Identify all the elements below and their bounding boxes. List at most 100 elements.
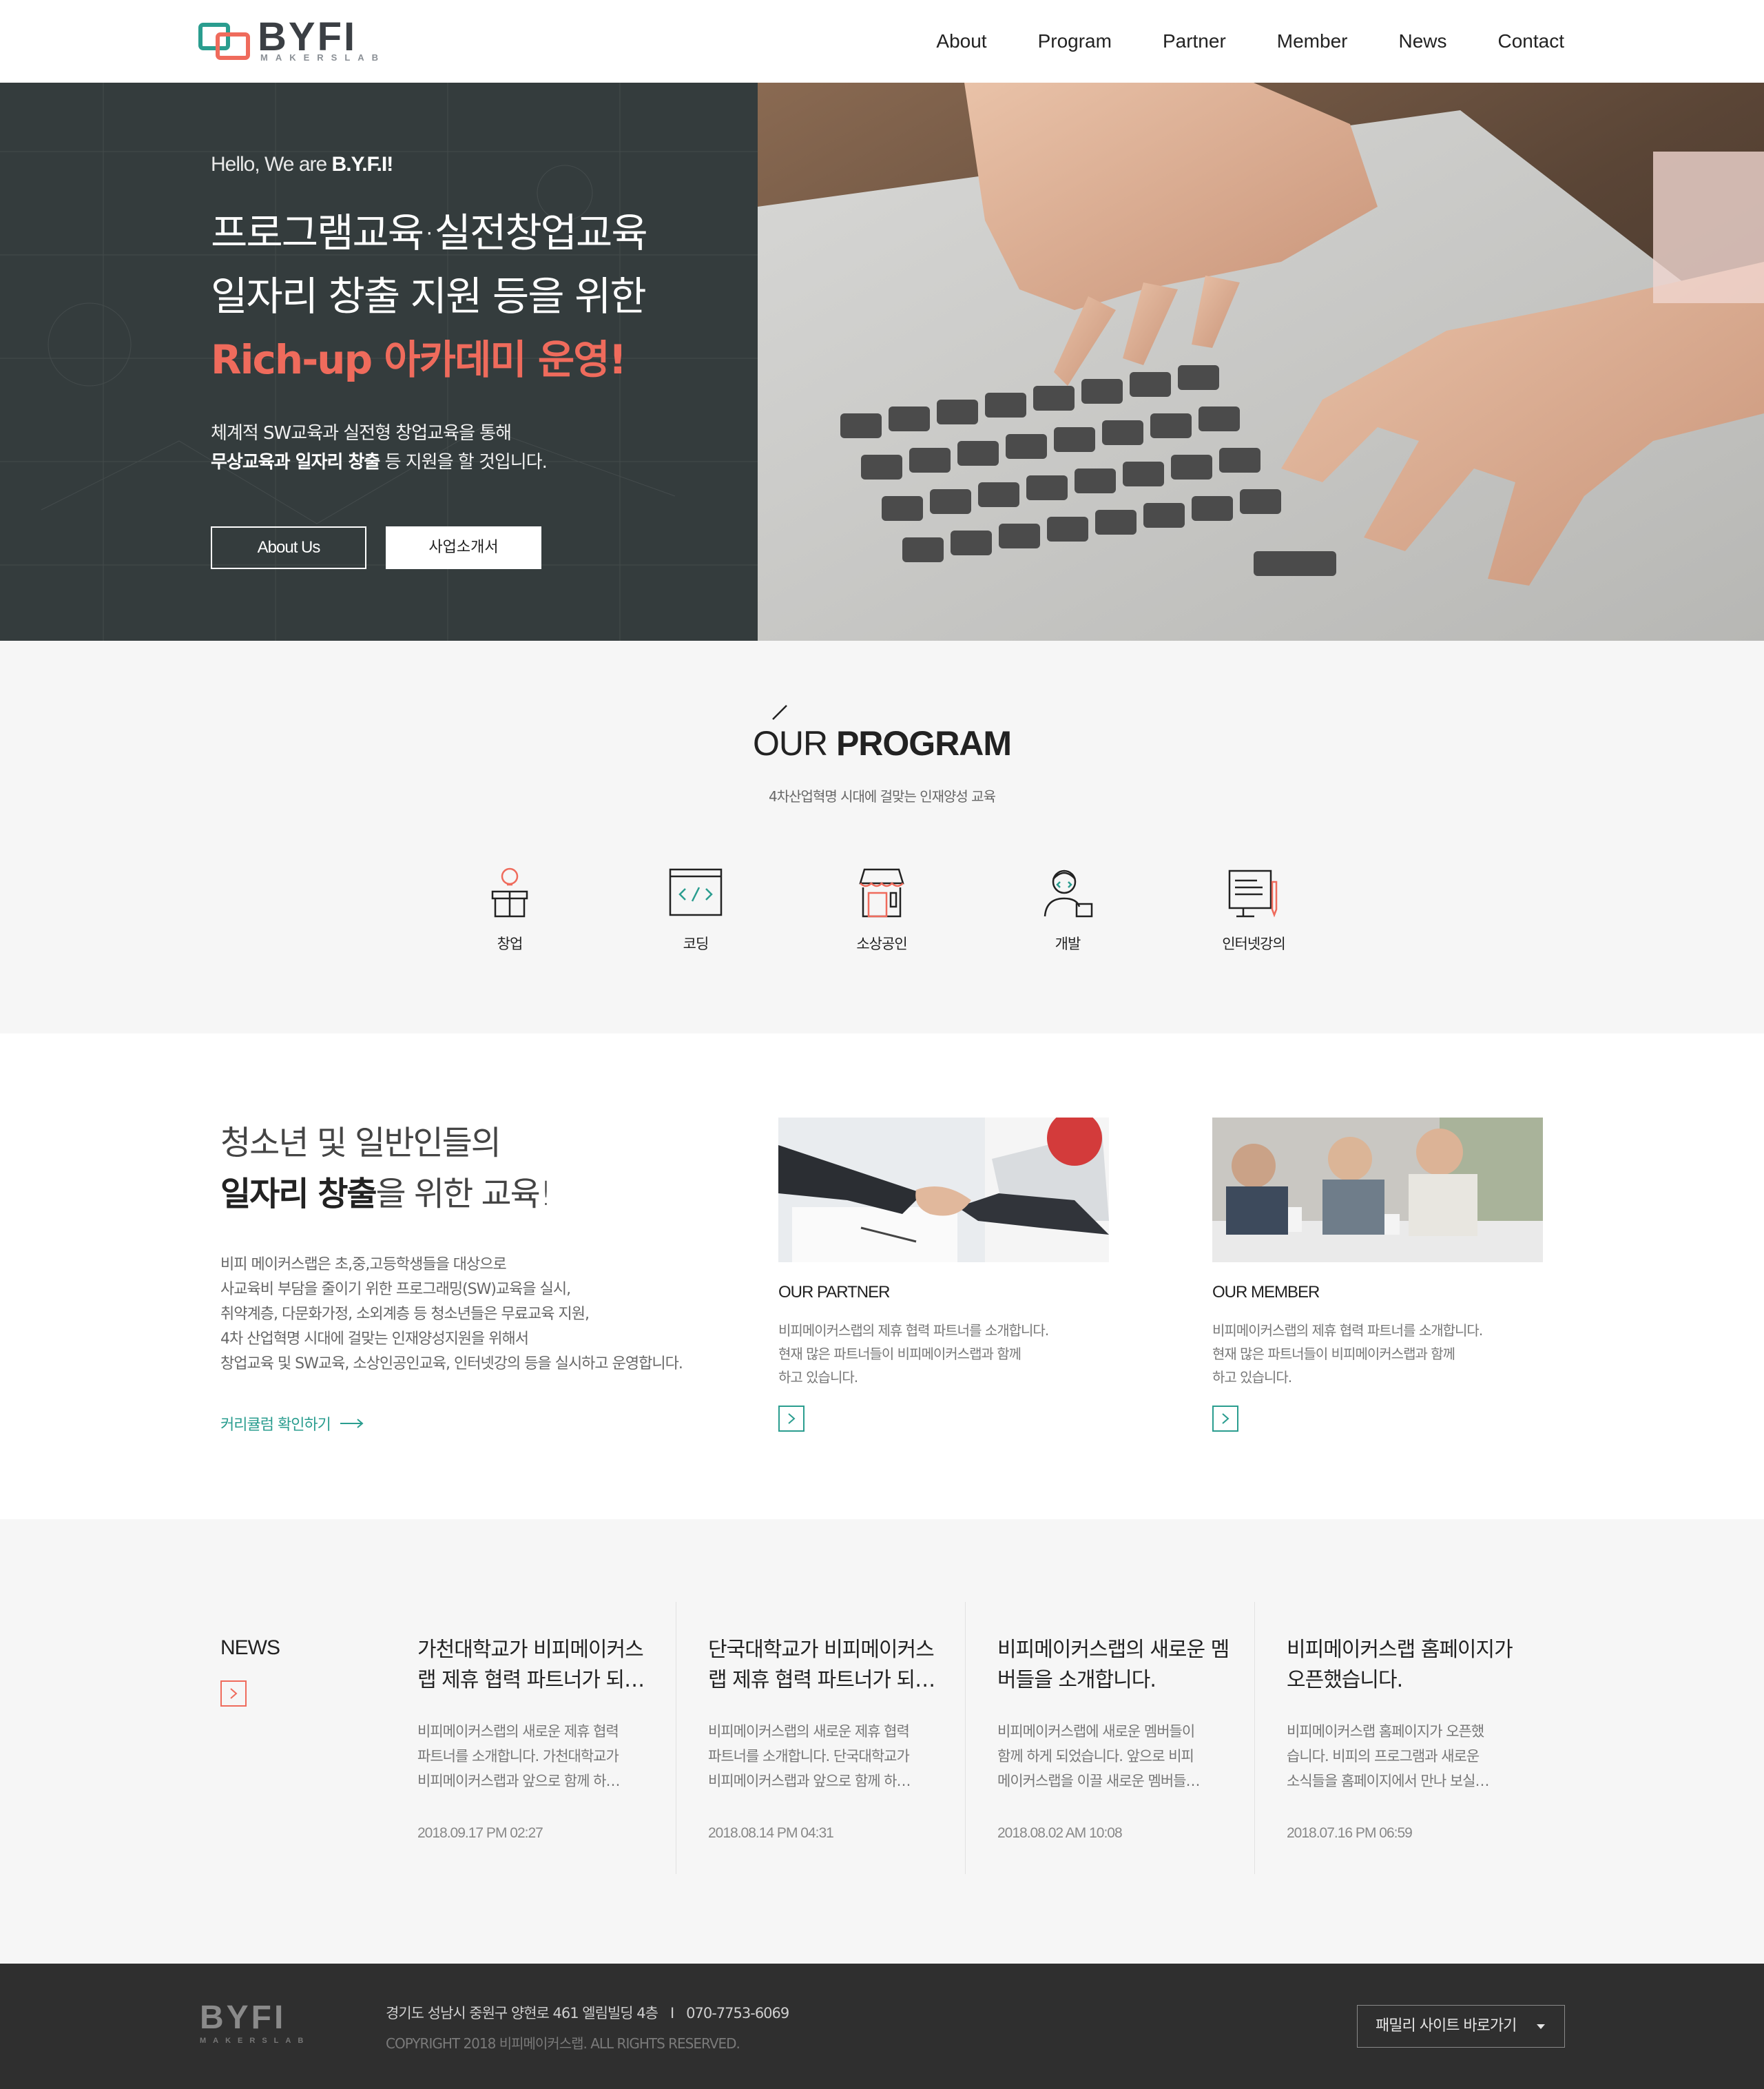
news-summary-line: 비피메이커스랩과 앞으로 함께 하…: [708, 1773, 911, 1789]
member-card[interactable]: OUR MEMBER 비피메이커스랩의 제휴 협력 파트너를 소개합니다. 현재…: [1212, 1118, 1543, 1432]
startup-icon: [491, 867, 528, 918]
news-item-date: 2018.08.14 PM 04:31: [708, 1825, 834, 1841]
news-item-date: 2018.08.02 AM 10:08: [997, 1825, 1123, 1841]
partner-desc-line: 현재 많은 파트너들이 비피메이커스랩과 함께: [778, 1346, 1021, 1362]
program-label-online-lecture: 인터넷강의: [1222, 936, 1286, 952]
program-item-coding[interactable]: 코딩: [620, 861, 771, 954]
decorative-slash-icon: [772, 705, 787, 720]
partner-more-button[interactable]: [778, 1406, 805, 1432]
nav-member[interactable]: Member: [1277, 28, 1348, 55]
shop-icon: [859, 868, 904, 918]
hero-title-line1: 프로그램교육·실전창업교육: [211, 209, 648, 256]
news-item[interactable]: 비피메이커스랩 홈페이지가 오픈했습니다. 비피메이커스랩 홈페이지가 오픈했 습니…: [1254, 1602, 1544, 1874]
brochure-button[interactable]: 사업소개서: [386, 526, 541, 569]
hero-title-line3: Rich-up 아카데미 운영!: [211, 336, 627, 383]
chevron-right-icon: [230, 1688, 238, 1699]
news-item[interactable]: 비피메이커스랩의 새로운 멤 버들을 소개합니다. 비피메이커스랩에 새로운 멤버…: [965, 1602, 1254, 1874]
news-title-line: 비피메이커스랩 홈페이지가: [1287, 1638, 1513, 1662]
partner-title: OUR PARTNER: [778, 1283, 890, 1301]
hero-title: 프로그램교육·실전창업교육 일자리 창출 지원 등을 위한 Rich-up 아카…: [211, 201, 648, 391]
program-label-coding: 코딩: [683, 936, 709, 952]
news-title-line: 단국대학교가 비피메이커스: [708, 1638, 935, 1662]
online-lecture-icon: [1228, 869, 1278, 918]
curriculum-link[interactable]: 커리큘럼 확인하기: [220, 1412, 364, 1434]
news-item-summary: 비피메이커스랩의 새로운 제휴 협력 파트너를 소개합니다. 가천대학교가 비피메이…: [417, 1719, 652, 1793]
news-summary-line: 소식들을 홈페이지에서 만나 보실…: [1287, 1773, 1490, 1789]
footer-logo[interactable]: BYFI MAKERSLAB: [200, 1999, 311, 2046]
news-summary-line: 메이커스랩을 이끌 새로운 멤버들…: [997, 1773, 1201, 1789]
nav-about[interactable]: About: [936, 28, 986, 55]
news-item[interactable]: 단국대학교가 비피메이커스 랩 제휴 협력 파트너가 되… 비피메이커스랩의 새로…: [676, 1602, 965, 1874]
intro-title-line2: 일자리 창출을 위한 교육!: [220, 1169, 552, 1220]
hero-desc-line1: 체계적 SW교육과 실전형 창업교육을 통해: [211, 423, 512, 444]
footer-address: 경기도 성남시 중원구 양현로 461 엘림빌딩 4층: [386, 2005, 658, 2021]
partner-desc-line: 비피메이커스랩의 제휴 협력 파트너를 소개합니다.: [778, 1322, 1049, 1339]
footer-logo-subtext: MAKERSLAB: [200, 2037, 311, 2045]
footer-logo-text: BYFI: [200, 1999, 287, 2036]
logo-mark-icon: [198, 23, 250, 60]
nav-partner[interactable]: Partner: [1163, 28, 1226, 55]
news-title-line: 비피메이커스랩의 새로운 멤: [997, 1638, 1229, 1662]
arrow-right-icon: [340, 1419, 364, 1428]
news-section: NEWS 가천대학교가 비피메이커스 랩 제휴 협력 파트너가 되… 비피메이커스…: [0, 1519, 1764, 1964]
caret-down-icon: [1537, 2024, 1545, 2029]
program-section: OUR PROGRAM 4차산업혁명 시대에 걸맞는 인재양성 교육 창업 코딩: [0, 641, 1764, 1033]
news-item-title: 비피메이커스랩의 새로운 멤 버들을 소개합니다.: [997, 1635, 1232, 1696]
main-nav: About Program Partner Member News Contac…: [936, 28, 1564, 55]
intro-body-line: 창업교육 및 SW교육, 소상인공인교육, 인터넷강의 등을 실시하고 운영합니…: [220, 1355, 683, 1372]
site-header: BYFI MAKERSLAB About Program Partner Mem…: [0, 0, 1764, 83]
program-item-startup[interactable]: 창업: [434, 861, 585, 954]
nav-news[interactable]: News: [1398, 28, 1446, 55]
news-summary-line: 비피메이커스랩의 새로운 제휴 협력: [708, 1723, 910, 1740]
news-item-summary: 비피메이커스랩 홈페이지가 오픈했습니다. 비피의 프로그램과 새로운소식들을 …: [1287, 1719, 1521, 1793]
intro-body-line: 4차 산업혁명 시대에 걸맞는 인재양성지원을 위해서: [220, 1330, 529, 1348]
intro-title-line1: 청소년 및 일반인들의: [220, 1124, 501, 1162]
news-item-date: 2018.09.17 PM 02:27: [417, 1825, 543, 1841]
hero-desc-rest: 등 지원을 할 것입니다.: [380, 452, 548, 473]
nav-contact[interactable]: Contact: [1498, 28, 1565, 55]
program-list: 창업 코딩 소상공인 개발 인터넷강의: [434, 861, 1329, 971]
family-site-select[interactable]: 패밀리 사이트 바로가기: [1357, 2005, 1565, 2048]
member-team-illustration: [1212, 1118, 1543, 1262]
program-item-online-lecture[interactable]: 인터넷강의: [1178, 861, 1329, 954]
footer-copyright: COPYRIGHT 2018 비피메이커스랩. ALL RIGHTS RESER…: [386, 2035, 740, 2052]
hero-greeting: Hello, We are B.Y.F.I!: [211, 153, 393, 176]
news-summary-line: 파트너를 소개합니다. 가천대학교가: [417, 1748, 619, 1764]
program-label-shop: 소상공인: [856, 936, 907, 952]
news-summary-line: 습니다. 비피의 프로그램과 새로운: [1287, 1748, 1480, 1764]
member-photo: [1212, 1118, 1543, 1262]
logo-subtext: MAKERSLAB: [260, 52, 386, 63]
member-title: OUR MEMBER: [1212, 1283, 1320, 1301]
hero-photo-typing: [758, 83, 1764, 641]
partner-card[interactable]: OUR PARTNER 비피메이커스랩의 제휴 협력 파트너를 소개합니다. 현…: [778, 1118, 1109, 1432]
hero-photo-illustration: [758, 83, 1764, 641]
hero-title-line2: 일자리 창출 지원 등을 위한: [211, 273, 647, 320]
member-description: 비피메이커스랩의 제휴 협력 파트너를 소개합니다. 현재 많은 파트너들이 비…: [1212, 1319, 1543, 1389]
footer-separator: I: [670, 2005, 674, 2021]
nav-program[interactable]: Program: [1038, 28, 1112, 55]
curriculum-link-label: 커리큘럼 확인하기: [220, 1417, 331, 1434]
about-us-button[interactable]: About Us: [211, 526, 366, 569]
intro-title: 청소년 및 일반인들의 일자리 창출을 위한 교육!: [220, 1118, 552, 1220]
intro-section: 청소년 및 일반인들의 일자리 창출을 위한 교육! 비피 메이커스랩은 초,중…: [0, 1033, 1764, 1519]
chevron-right-icon: [1222, 1413, 1229, 1424]
hero-description: 체계적 SW교육과 실전형 창업교육을 통해 무상교육과 일자리 창출 등 지원…: [211, 419, 548, 477]
program-item-shop[interactable]: 소상공인: [806, 861, 957, 954]
intro-body: 비피 메이커스랩은 초,중,고등학생들을 대상으로 사교육비 부담을 줄이기 위…: [220, 1253, 683, 1377]
chevron-right-icon: [788, 1413, 796, 1424]
program-title-bold: PROGRAM: [836, 724, 1012, 763]
site-logo[interactable]: BYFI MAKERSLAB: [198, 15, 405, 66]
news-item-summary: 비피메이커스랩에 새로운 멤버들이 함께 하게 되었습니다. 앞으로 비피 메이커스…: [997, 1719, 1232, 1793]
member-more-button[interactable]: [1212, 1406, 1238, 1432]
news-more-button[interactable]: [220, 1680, 247, 1707]
hero-text-panel: Hello, We are B.Y.F.I! 프로그램교육·실전창업교육 일자리…: [0, 83, 758, 641]
news-summary-line: 비피메이커스랩과 앞으로 함께 하…: [417, 1773, 621, 1789]
program-item-developer[interactable]: 개발: [992, 861, 1143, 954]
news-summary-line: 파트너를 소개합니다. 단국대학교가: [708, 1748, 910, 1764]
coding-icon: [669, 868, 723, 916]
intro-body-line: 비피 메이커스랩은 초,중,고등학생들을 대상으로: [220, 1256, 507, 1273]
footer-phone: 070-7753-6069: [686, 2005, 789, 2021]
partner-desc-line: 하고 있습니다.: [778, 1369, 858, 1386]
news-summary-line: 비피메이커스랩 홈페이지가 오픈했: [1287, 1723, 1484, 1740]
news-item[interactable]: 가천대학교가 비피메이커스 랩 제휴 협력 파트너가 되… 비피메이커스랩의 새로…: [386, 1602, 675, 1874]
